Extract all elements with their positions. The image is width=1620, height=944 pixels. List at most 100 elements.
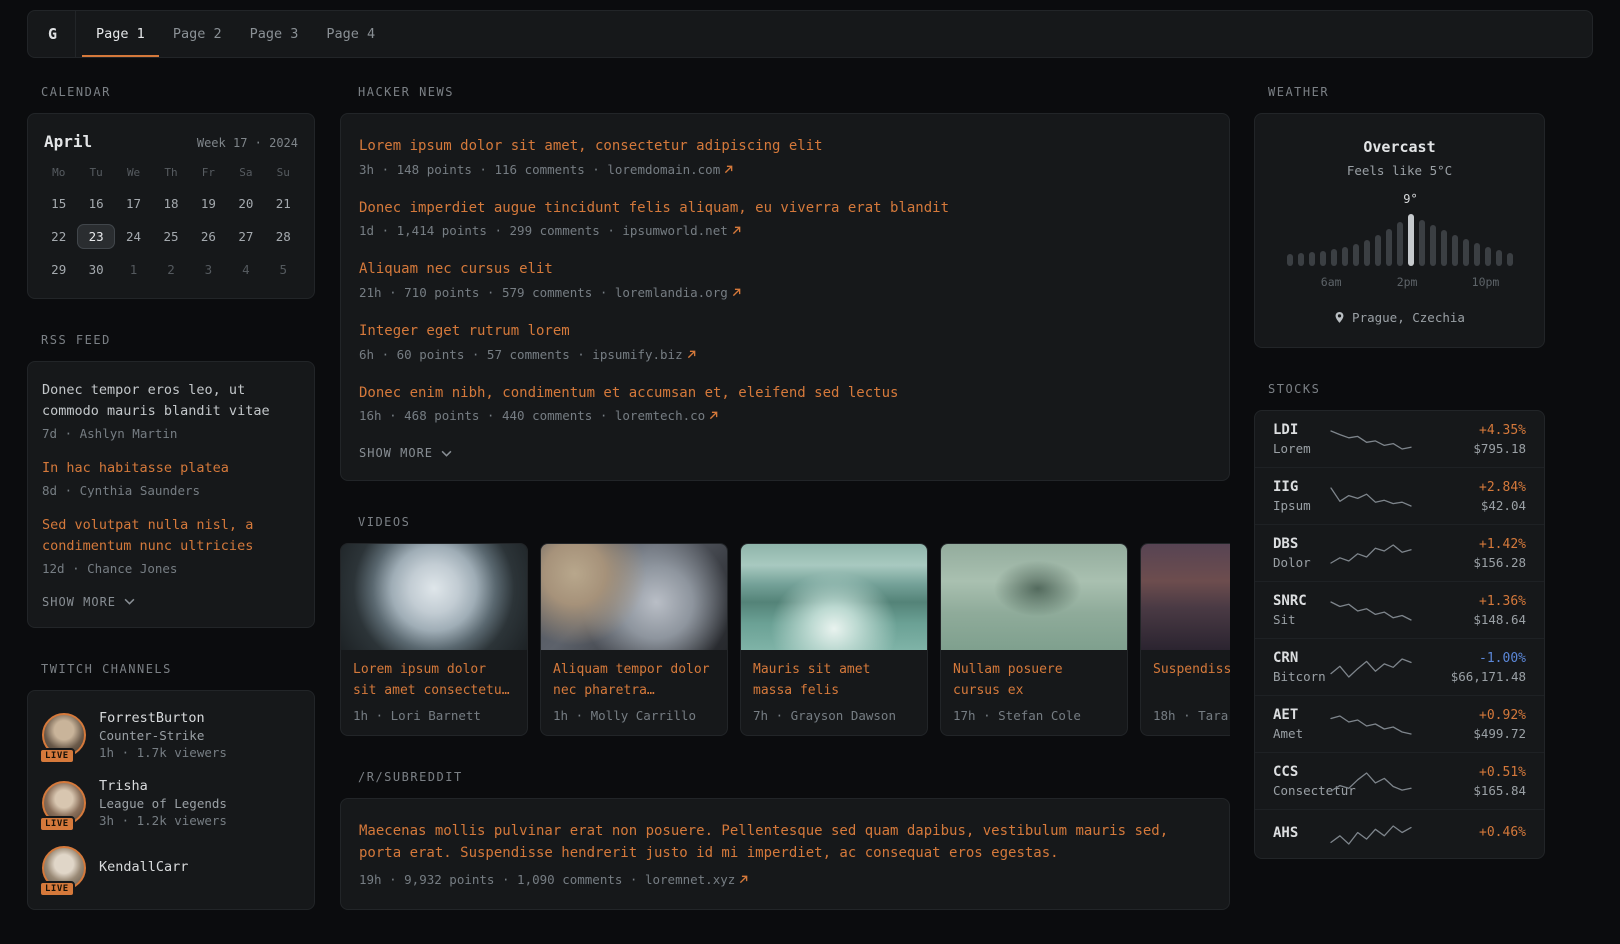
stock-price: $156.28	[1426, 555, 1526, 570]
news-meta: 3h · 148 points · 116 comments · loremdo…	[359, 162, 1211, 177]
stock-row[interactable]: IIG Ipsum +2.84% $42.04	[1255, 467, 1544, 524]
channel-viewers: 3h · 1.2k viewers	[99, 813, 227, 828]
hackernews-show-more-button[interactable]: SHOW MORE	[359, 444, 452, 464]
video-card[interactable]: Lorem ipsum dolor sit amet consectetu… 1…	[340, 543, 528, 736]
stock-row[interactable]: SNRC Sit +1.36% $148.64	[1255, 581, 1544, 638]
rss-section-title: RSS FEED	[41, 333, 315, 347]
stock-row[interactable]: AHS +0.46%	[1255, 809, 1544, 858]
stock-sparkline	[1328, 821, 1414, 847]
news-link[interactable]: Integer eget rutrum lorem	[359, 321, 1211, 343]
rss-show-more-button[interactable]: SHOW MORE	[42, 593, 135, 613]
weather-bar	[1342, 247, 1348, 266]
stock-price: $795.18	[1426, 441, 1526, 456]
news-link[interactable]: Donec imperdiet augue tincidunt felis al…	[359, 198, 1211, 220]
hackernews-section-title: HACKER NEWS	[358, 85, 1230, 99]
video-title: Nullam posuere cursus ex	[953, 660, 1115, 701]
twitch-channel-row[interactable]: LIVE KendallCarr	[28, 837, 314, 899]
location-text: Prague, Czechia	[1352, 310, 1465, 325]
stock-name: Consectetur	[1273, 783, 1328, 798]
video-card[interactable]: Aliquam tempor dolor nec pharetra… 1h · …	[540, 543, 728, 736]
stock-name: Amet	[1273, 726, 1328, 741]
page-tab[interactable]: Page 3	[236, 11, 313, 57]
subreddit-widget: Maecenas mollis pulvinar erat non posuer…	[340, 798, 1230, 909]
stock-row[interactable]: AET Amet +0.92% $499.72	[1255, 695, 1544, 752]
video-title: Mauris sit amet massa felis	[753, 660, 915, 701]
rss-item-link[interactable]: Donec tempor eros leo, ut commodo mauris…	[42, 380, 300, 422]
twitch-channel-row[interactable]: LIVE Trisha League of Legends 3h · 1.2k …	[28, 769, 314, 837]
stock-symbol: IIG	[1273, 479, 1328, 495]
stock-symbol: AHS	[1273, 825, 1328, 841]
stock-name: Dolor	[1273, 555, 1328, 570]
stock-identity: IIG Ipsum	[1273, 479, 1328, 513]
weather-bar	[1507, 253, 1513, 266]
stock-name: Ipsum	[1273, 498, 1328, 513]
video-info: Suspendisse diam 18h · Tara	[1141, 650, 1230, 735]
stock-row[interactable]: DBS Dolor +1.42% $156.28	[1255, 524, 1544, 581]
channel-game: League of Legends	[99, 796, 227, 811]
external-link-icon	[732, 226, 741, 235]
twitch-channel-row[interactable]: LIVE ForrestBurton Counter-Strike 1h · 1…	[28, 701, 314, 769]
rss-item-link[interactable]: In hac habitasse platea	[42, 458, 300, 479]
stock-row[interactable]: LDI Lorem +4.35% $795.18	[1255, 411, 1544, 467]
stock-identity: CCS Consectetur	[1273, 764, 1328, 798]
news-link[interactable]: Lorem ipsum dolor sit amet, consectetur …	[359, 136, 1211, 158]
video-card[interactable]: Mauris sit amet massa felis 7h · Grayson…	[740, 543, 928, 736]
weather-bar	[1419, 220, 1425, 266]
twitch-widget: LIVE ForrestBurton Counter-Strike 1h · 1…	[27, 690, 315, 910]
weather-bar	[1485, 247, 1491, 266]
weather-bar	[1309, 252, 1315, 266]
rss-section: RSS FEED Donec tempor eros leo, ut commo…	[27, 333, 315, 628]
channel-info: ForrestBurton Counter-Strike 1h · 1.7k v…	[99, 710, 227, 760]
page-tab[interactable]: Page 4	[312, 11, 389, 57]
news-meta-text: 21h · 710 points · 579 comments · loreml…	[359, 285, 728, 300]
stock-price: $165.84	[1426, 783, 1526, 798]
stock-row[interactable]: CCS Consectetur +0.51% $165.84	[1255, 752, 1544, 809]
news-item: Aliquam nec cursus elit 21h · 710 points…	[359, 259, 1211, 300]
video-thumbnail	[341, 544, 527, 650]
weather-bar	[1452, 235, 1458, 266]
weather-condition: Overcast	[1273, 138, 1526, 156]
news-link[interactable]: Donec enim nibh, condimentum et accumsan…	[359, 383, 1211, 405]
external-link-icon	[709, 411, 718, 420]
location-pin-icon	[1334, 311, 1345, 324]
calendar-day: 26	[190, 224, 227, 249]
stock-values: -1.00% $66,171.48	[1426, 651, 1526, 684]
calendar-day: 27	[227, 224, 264, 249]
videos-section: VIDEOS Lorem ipsum dolor sit amet consec…	[340, 515, 1230, 736]
weather-bar	[1463, 239, 1469, 266]
stock-symbol: CRN	[1273, 650, 1328, 666]
stock-symbol: AET	[1273, 707, 1328, 723]
stock-sparkline	[1328, 426, 1414, 452]
stock-symbol: SNRC	[1273, 593, 1328, 609]
rss-meta-text: 8d · Cynthia Saunders	[42, 483, 200, 498]
stock-row[interactable]: CRN Bitcorn -1.00% $66,171.48	[1255, 638, 1544, 695]
weather-time-axis: 6am 2pm 10pm	[1273, 275, 1526, 290]
video-card[interactable]: Suspendisse diam 18h · Tara	[1140, 543, 1230, 736]
weather-bar	[1320, 251, 1326, 266]
top-navigation: G Page 1 Page 2 Page 3 Page 4	[27, 10, 1593, 58]
rss-item-link[interactable]: Sed volutpat nulla nisl, a condimentum n…	[42, 515, 300, 557]
page-tab[interactable]: Page 1	[82, 11, 159, 57]
right-column: WEATHER Overcast Feels like 5°C 9° 6am 2…	[1254, 85, 1545, 893]
topbar-divider	[75, 11, 76, 57]
video-card[interactable]: Nullam posuere cursus ex 17h · Stefan Co…	[940, 543, 1128, 736]
news-link[interactable]: Aliquam nec cursus elit	[359, 259, 1211, 281]
reddit-post-link[interactable]: Maecenas mollis pulvinar erat non posuer…	[359, 821, 1211, 864]
video-meta: 7h · Grayson Dawson	[753, 708, 915, 723]
weekday-label: Sa	[227, 163, 264, 183]
app-logo[interactable]: G	[48, 25, 57, 43]
news-item: Donec enim nibh, condimentum et accumsan…	[359, 383, 1211, 424]
stock-change: -1.00%	[1426, 651, 1526, 666]
stocks-widget: LDI Lorem +4.35% $795.18	[1254, 410, 1545, 859]
time-label: 10pm	[1472, 275, 1500, 289]
stock-change: +2.84%	[1426, 480, 1526, 495]
rss-list: Donec tempor eros leo, ut commodo mauris…	[42, 380, 300, 576]
page-tab[interactable]: Page 2	[159, 11, 236, 57]
external-link-icon	[739, 875, 748, 884]
stock-price: $148.64	[1426, 612, 1526, 627]
stock-price: $66,171.48	[1426, 669, 1526, 684]
news-meta: 6h · 60 points · 57 comments · ipsumify.…	[359, 347, 1211, 362]
stocks-section-title: STOCKS	[1268, 382, 1545, 396]
calendar-day: 5	[265, 257, 302, 282]
hackernews-section: HACKER NEWS Lorem ipsum dolor sit amet, …	[340, 85, 1230, 481]
